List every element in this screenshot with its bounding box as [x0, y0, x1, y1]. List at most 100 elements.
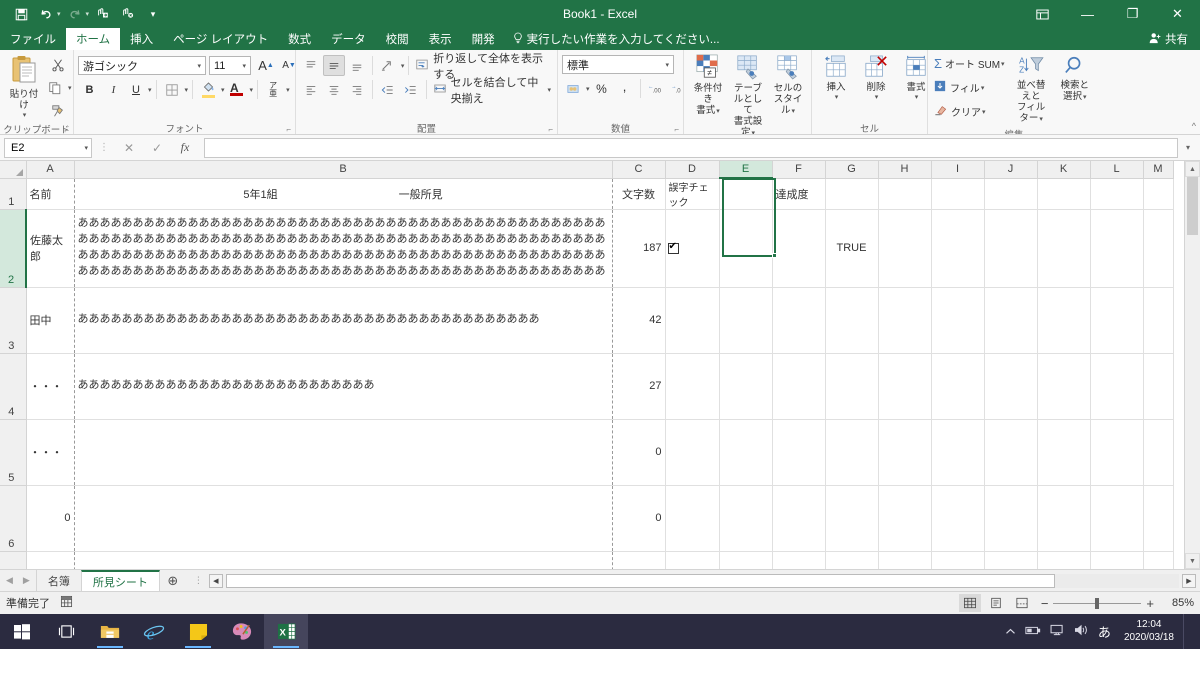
cell-F3[interactable]	[772, 287, 826, 354]
cell-I4[interactable]	[931, 353, 985, 420]
cell-F6[interactable]	[772, 485, 826, 552]
tab-home[interactable]: ホーム	[66, 28, 121, 50]
cell-D3[interactable]	[665, 287, 720, 354]
row-header-6[interactable]: 6	[0, 485, 27, 552]
accessibility-checker-icon[interactable]	[60, 595, 73, 611]
borders-button[interactable]	[161, 79, 183, 100]
sheet-tab-shoken[interactable]: 所見シート	[80, 570, 160, 591]
cell-K5[interactable]	[1037, 419, 1091, 486]
next-sheet-icon[interactable]: ▶	[23, 575, 30, 586]
column-header-D[interactable]: D	[665, 161, 720, 179]
accounting-format-button[interactable]	[562, 78, 584, 99]
cell-K6[interactable]	[1037, 485, 1091, 552]
cell-D5[interactable]	[665, 419, 720, 486]
cell-D2[interactable]	[665, 209, 720, 288]
taskbar-internet-explorer[interactable]: e	[132, 614, 176, 649]
cell-G7[interactable]	[825, 551, 879, 569]
name-box-dropdown-icon[interactable]: ▾	[84, 144, 88, 152]
confirm-entry-button[interactable]: ✓	[144, 138, 170, 158]
cell-I1[interactable]	[931, 178, 985, 210]
cell-B2[interactable]: ああああああああああああああああああああああああああああああああああああああああ…	[74, 209, 613, 288]
undo-icon[interactable]	[35, 3, 57, 25]
cell-M2[interactable]	[1143, 209, 1174, 288]
underline-button[interactable]: U	[126, 79, 146, 100]
accounting-dropdown-icon[interactable]: ▾	[586, 85, 590, 93]
normal-view-button[interactable]	[958, 594, 981, 612]
tab-data[interactable]: データ	[321, 28, 376, 50]
cell-I2[interactable]	[931, 209, 985, 288]
cell-A3[interactable]: 田中	[26, 287, 75, 354]
cell-C4[interactable]: 27	[612, 353, 666, 420]
cell-F1[interactable]: 達成度	[772, 178, 826, 210]
cell-L5[interactable]	[1090, 419, 1144, 486]
tab-file[interactable]: ファイル	[0, 28, 66, 50]
number-format-dropdown-icon[interactable]: ▾	[663, 61, 671, 69]
phonetic-dropdown-icon[interactable]: ▾	[286, 86, 290, 94]
borders-dropdown-icon[interactable]: ▾	[185, 86, 189, 94]
delete-cells-dropdown-icon[interactable]: ▾	[875, 94, 879, 102]
scroll-up-icon[interactable]: ▲	[1185, 161, 1200, 177]
zoom-in-button[interactable]: +	[1146, 597, 1154, 610]
cell-C7[interactable]: 0	[612, 551, 666, 569]
cell-L4[interactable]	[1090, 353, 1144, 420]
cell-M5[interactable]	[1143, 419, 1174, 486]
percent-style-button[interactable]: %	[591, 78, 613, 99]
expand-formula-bar-icon[interactable]: ▾	[1180, 138, 1196, 158]
taskbar-file-explorer[interactable]	[88, 614, 132, 649]
cell-G2[interactable]: TRUE	[825, 209, 879, 288]
font-dialog-launcher-icon[interactable]: ⌐	[286, 125, 291, 134]
clear-dropdown-icon[interactable]: ▾	[982, 108, 986, 116]
copy-button[interactable]	[44, 77, 66, 98]
error-check-checkbox[interactable]	[667, 241, 679, 254]
underline-dropdown-icon[interactable]: ▾	[148, 86, 152, 94]
decrease-indent-button[interactable]	[377, 79, 399, 100]
copy-dropdown-icon[interactable]: ▾	[68, 84, 72, 92]
font-size-dropdown-icon[interactable]: ▾	[240, 62, 248, 70]
cell-styles-button[interactable]: セルの スタイル▾	[768, 52, 808, 119]
cell-L7[interactable]	[1090, 551, 1144, 569]
add-sheet-button[interactable]: ⊕	[160, 570, 186, 591]
clipboard-dialog-launcher-icon[interactable]: ⌐	[64, 126, 69, 134]
zoom-level-label[interactable]: 85%	[1162, 597, 1194, 609]
tab-review[interactable]: 校閲	[376, 28, 419, 50]
cell-C6[interactable]: 0	[612, 485, 666, 552]
cell-D1[interactable]: 誤字チェック	[665, 178, 720, 210]
ime-mode-icon[interactable]: あ	[1098, 622, 1111, 641]
zoom-track[interactable]	[1053, 597, 1142, 609]
fill-button[interactable]: フィル ▾	[932, 77, 1009, 98]
previous-sheet-icon[interactable]: ◀	[6, 575, 13, 586]
cell-M4[interactable]	[1143, 353, 1174, 420]
fill-dropdown-icon[interactable]: ▾	[981, 84, 985, 92]
column-header-I[interactable]: I	[931, 161, 985, 179]
cell-L2[interactable]	[1090, 209, 1144, 288]
show-hidden-icons-icon[interactable]	[1005, 625, 1016, 639]
delete-cells-button[interactable]: 削除 ▾	[856, 53, 896, 104]
cell-G5[interactable]	[825, 419, 879, 486]
phonetic-guide-button[interactable]: ア亜	[262, 79, 284, 100]
page-layout-view-button[interactable]	[985, 594, 1007, 612]
scrollbar-resize-grip[interactable]: ⋮	[190, 575, 206, 586]
row-header-3[interactable]: 3	[0, 287, 27, 354]
name-box[interactable]: E2 ▾	[4, 137, 92, 158]
cut-button[interactable]	[44, 54, 72, 75]
sheet-tab-meibo[interactable]: 名簿	[37, 570, 81, 591]
cell-M7[interactable]	[1143, 551, 1174, 569]
align-top-button[interactable]	[300, 55, 322, 76]
battery-icon[interactable]	[1025, 625, 1041, 639]
save-icon[interactable]	[10, 3, 32, 25]
font-name-combo[interactable]: 游ゴシック ▾	[78, 56, 206, 75]
collapse-ribbon-icon[interactable]: ^	[1192, 121, 1196, 131]
task-view-button[interactable]	[44, 614, 88, 649]
fill-color-button[interactable]	[197, 79, 219, 100]
cell-J1[interactable]	[984, 178, 1038, 210]
fill-color-dropdown-icon[interactable]: ▾	[221, 86, 225, 94]
taskbar-sticky-notes[interactable]	[176, 614, 220, 649]
tab-developer[interactable]: 開発	[462, 28, 505, 50]
cell-I7[interactable]	[931, 551, 985, 569]
sort-filter-button[interactable]: A Z 並べ替えと フィルター▾	[1009, 53, 1054, 127]
column-header-H[interactable]: H	[878, 161, 932, 179]
column-header-K[interactable]: K	[1037, 161, 1091, 179]
column-header-G[interactable]: G	[825, 161, 879, 179]
row-header-4[interactable]: 4	[0, 353, 27, 420]
page-break-preview-button[interactable]	[1011, 594, 1033, 612]
